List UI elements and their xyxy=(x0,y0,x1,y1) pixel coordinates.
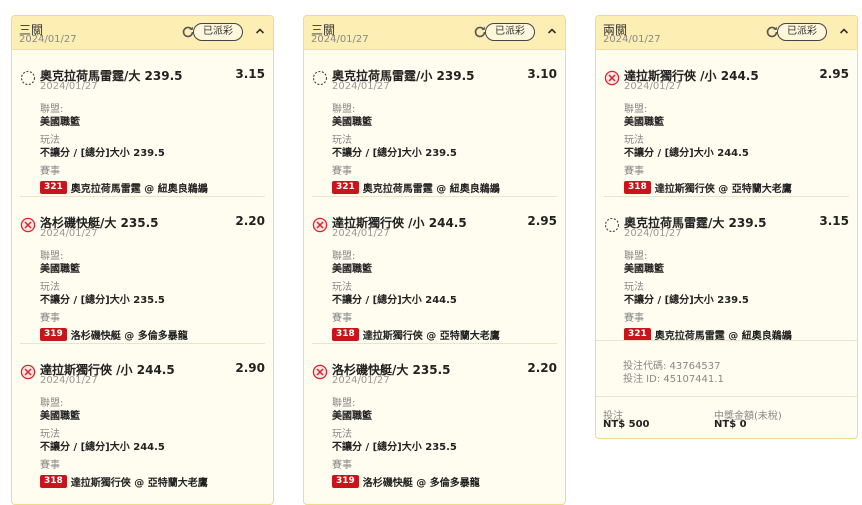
event-name: 洛杉磯快艇 @ 多倫多暴龍 xyxy=(70,331,188,342)
status-badge: 已派彩 xyxy=(777,23,827,41)
bet-leg: 洛杉磯快艇/大 235.5 2.20 2024/01/27 聯盟: 美國職籃 玩… xyxy=(20,197,265,344)
leg-date: 2024/01/27 xyxy=(40,81,98,92)
league-value: 美國職籃 xyxy=(40,411,80,422)
play-value: 不讓分 / [總分]大小 244.5 xyxy=(332,295,457,306)
bet-leg: 達拉斯獨行俠 /小 244.5 2.95 2024/01/27 聯盟: 美國職籃… xyxy=(312,197,557,344)
event-row: 318 達拉斯獨行俠 @ 亞特蘭大老鷹 xyxy=(332,327,500,342)
league-value: 美國職籃 xyxy=(40,264,80,275)
divider xyxy=(596,396,857,397)
odds-value: 2.20 xyxy=(527,361,557,375)
odds-value: 3.15 xyxy=(235,67,265,81)
odds-value: 2.95 xyxy=(527,214,557,228)
chevron-up-icon[interactable] xyxy=(545,24,559,38)
ticket-date: 2024/01/27 xyxy=(19,34,77,45)
ticket-header: 三關 2024/01/27 已派彩 xyxy=(12,16,273,50)
lost-status-icon xyxy=(20,364,36,380)
odds-value: 3.15 xyxy=(819,214,849,228)
event-label: 賽事 xyxy=(624,313,644,324)
leg-date: 2024/01/27 xyxy=(40,228,98,239)
event-name: 奧克拉荷馬雷霆 @ 紐奧良鵜鶘 xyxy=(70,184,208,195)
event-label: 賽事 xyxy=(40,460,60,471)
play-value: 不讓分 / [總分]大小 239.5 xyxy=(624,295,749,306)
leg-date: 2024/01/27 xyxy=(40,375,98,386)
play-value: 不讓分 / [總分]大小 244.5 xyxy=(624,148,749,159)
bet-leg: 達拉斯獨行俠 /小 244.5 2.95 2024/01/27 聯盟: 美國職籃… xyxy=(604,50,849,197)
league-value: 美國職籃 xyxy=(624,117,664,128)
bet-id: 投注 ID: 45107441.1 xyxy=(623,374,724,385)
event-row: 321 奧克拉荷馬雷霆 @ 紐奧良鵜鶘 xyxy=(40,180,208,195)
lost-status-icon xyxy=(20,217,36,233)
odds-value: 2.95 xyxy=(819,67,849,81)
event-label: 賽事 xyxy=(40,313,60,324)
leg-date: 2024/01/27 xyxy=(332,375,390,386)
pending-status-icon xyxy=(312,70,328,86)
bet-leg: 達拉斯獨行俠 /小 244.5 2.90 2024/01/27 聯盟: 美國職籃… xyxy=(20,344,265,490)
event-name: 達拉斯獨行俠 @ 亞特蘭大老鷹 xyxy=(362,331,500,342)
bet-leg: 奧克拉荷馬雷霆/小 239.5 3.10 2024/01/27 聯盟: 美國職籃… xyxy=(312,50,557,197)
play-value: 不讓分 / [總分]大小 235.5 xyxy=(332,442,457,453)
event-id-badge: 318 xyxy=(332,328,359,341)
event-row: 319 洛杉磯快艇 @ 多倫多暴龍 xyxy=(40,327,188,342)
event-row: 319 洛杉磯快艇 @ 多倫多暴龍 xyxy=(332,474,480,489)
event-id-badge: 319 xyxy=(40,328,67,341)
event-label: 賽事 xyxy=(40,166,60,177)
leg-date: 2024/01/27 xyxy=(624,228,682,239)
bet-ticket-2: 三關 2024/01/27 已派彩 奧克拉荷馬雷霆/小 239.5 3.10 2… xyxy=(303,15,566,505)
odds-value: 2.20 xyxy=(235,214,265,228)
lost-status-icon xyxy=(312,364,328,380)
event-label: 賽事 xyxy=(332,313,352,324)
event-id-badge: 318 xyxy=(40,475,67,488)
event-id-badge: 321 xyxy=(332,181,359,194)
pending-status-icon xyxy=(604,217,620,233)
odds-value: 3.10 xyxy=(527,67,557,81)
status-badge: 已派彩 xyxy=(193,23,243,41)
league-value: 美國職籃 xyxy=(624,264,664,275)
chevron-up-icon[interactable] xyxy=(253,24,267,38)
play-value: 不讓分 / [總分]大小 239.5 xyxy=(332,148,457,159)
event-row: 318 達拉斯獨行俠 @ 亞特蘭大老鷹 xyxy=(40,474,208,489)
event-id-badge: 321 xyxy=(40,181,67,194)
play-value: 不讓分 / [總分]大小 244.5 xyxy=(40,442,165,453)
ticket-date: 2024/01/27 xyxy=(311,34,369,45)
league-value: 美國職籃 xyxy=(40,117,80,128)
event-row: 318 達拉斯獨行俠 @ 亞特蘭大老鷹 xyxy=(624,180,792,195)
chevron-up-icon[interactable] xyxy=(837,24,851,38)
status-badge: 已派彩 xyxy=(485,23,535,41)
odds-value: 2.90 xyxy=(235,361,265,375)
event-name: 達拉斯獨行俠 @ 亞特蘭大老鷹 xyxy=(70,478,208,489)
win-amount-value: NT$ 0 xyxy=(714,419,747,430)
bet-leg: 奧克拉荷馬雷霆/大 239.5 3.15 2024/01/27 聯盟: 美國職籃… xyxy=(604,197,849,343)
ticket-date: 2024/01/27 xyxy=(603,34,661,45)
leg-date: 2024/01/27 xyxy=(332,81,390,92)
divider xyxy=(596,340,857,341)
event-name: 洛杉磯快艇 @ 多倫多暴龍 xyxy=(362,478,480,489)
event-label: 賽事 xyxy=(624,166,644,177)
pending-status-icon xyxy=(20,70,36,86)
event-row: 321 奧克拉荷馬雷霆 @ 紐奧良鵜鶘 xyxy=(332,180,500,195)
event-label: 賽事 xyxy=(332,166,352,177)
play-value: 不讓分 / [總分]大小 239.5 xyxy=(40,148,165,159)
league-value: 美國職籃 xyxy=(332,411,372,422)
bet-leg: 奧克拉荷馬雷霆/大 239.5 3.15 2024/01/27 聯盟: 美國職籃… xyxy=(20,50,265,197)
event-name: 達拉斯獨行俠 @ 亞特蘭大老鷹 xyxy=(654,184,792,195)
ticket-header: 三關 2024/01/27 已派彩 xyxy=(304,16,565,50)
bet-leg: 洛杉磯快艇/大 235.5 2.20 2024/01/27 聯盟: 美國職籃 玩… xyxy=(312,344,557,490)
bet-ticket-1: 三關 2024/01/27 已派彩 奧克拉荷馬雷霆/大 239.5 3.15 2… xyxy=(11,15,274,505)
event-label: 賽事 xyxy=(332,460,352,471)
event-id-badge: 318 xyxy=(624,181,651,194)
leg-date: 2024/01/27 xyxy=(332,228,390,239)
ticket-header: 兩關 2024/01/27 已派彩 xyxy=(596,16,857,50)
stake-value: NT$ 500 xyxy=(603,419,650,430)
lost-status-icon xyxy=(604,70,620,86)
league-value: 美國職籃 xyxy=(332,117,372,128)
league-value: 美國職籃 xyxy=(332,264,372,275)
lost-status-icon xyxy=(312,217,328,233)
leg-date: 2024/01/27 xyxy=(624,81,682,92)
play-value: 不讓分 / [總分]大小 235.5 xyxy=(40,295,165,306)
event-name: 奧克拉荷馬雷霆 @ 紐奧良鵜鶘 xyxy=(362,184,500,195)
bet-ticket-3: 兩關 2024/01/27 已派彩 達拉斯獨行俠 /小 244.5 2.95 2… xyxy=(595,15,858,439)
event-id-badge: 319 xyxy=(332,475,359,488)
